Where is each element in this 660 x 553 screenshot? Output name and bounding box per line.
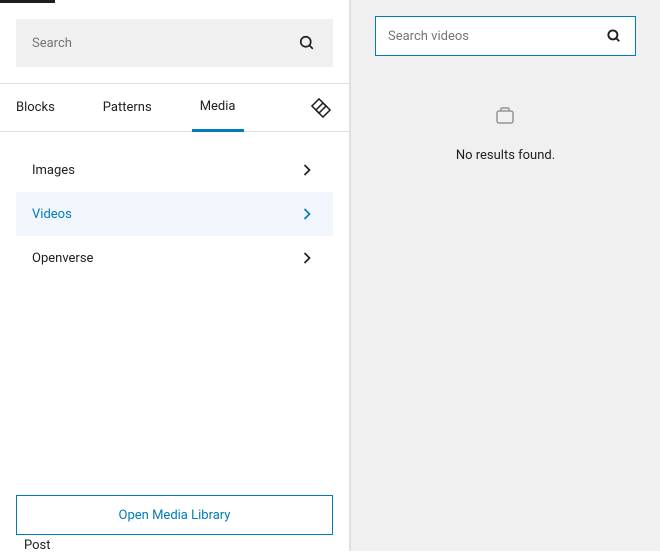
tab-media[interactable]: Media bbox=[192, 84, 244, 132]
search-icon bbox=[605, 27, 623, 45]
no-results: No results found. bbox=[456, 104, 555, 163]
chevron-right-icon bbox=[297, 248, 317, 268]
chevron-right-icon bbox=[297, 160, 317, 180]
videos-search-input[interactable] bbox=[388, 29, 605, 44]
media-results-panel: No results found. bbox=[350, 0, 660, 551]
search-container bbox=[0, 3, 349, 84]
videos-search-box[interactable] bbox=[375, 16, 636, 56]
tab-patterns[interactable]: Patterns bbox=[95, 84, 160, 132]
patterns-explorer-icon[interactable] bbox=[309, 96, 333, 120]
media-category-videos[interactable]: Videos bbox=[16, 192, 333, 236]
inserter-panel: Blocks Patterns Media Images Videos bbox=[0, 0, 350, 551]
search-box[interactable] bbox=[16, 19, 333, 67]
media-category-openverse[interactable]: Openverse bbox=[16, 236, 333, 280]
media-category-images[interactable]: Images bbox=[16, 148, 333, 192]
tab-blocks[interactable]: Blocks bbox=[16, 84, 63, 132]
empty-media-icon bbox=[493, 104, 517, 132]
tabs-row: Blocks Patterns Media bbox=[0, 84, 349, 132]
media-category-label: Videos bbox=[32, 207, 72, 222]
media-category-label: Openverse bbox=[32, 251, 93, 266]
media-categories-list: Images Videos Openverse bbox=[0, 132, 349, 479]
media-category-label: Images bbox=[32, 163, 75, 178]
open-media-library-button[interactable]: Open Media Library bbox=[16, 495, 333, 535]
chevron-right-icon bbox=[297, 204, 317, 224]
search-input[interactable] bbox=[32, 36, 297, 51]
no-results-text: No results found. bbox=[456, 148, 555, 163]
search-icon bbox=[297, 33, 317, 53]
right-search-wrap bbox=[351, 0, 660, 72]
open-library-wrap: Open Media Library bbox=[0, 479, 349, 551]
